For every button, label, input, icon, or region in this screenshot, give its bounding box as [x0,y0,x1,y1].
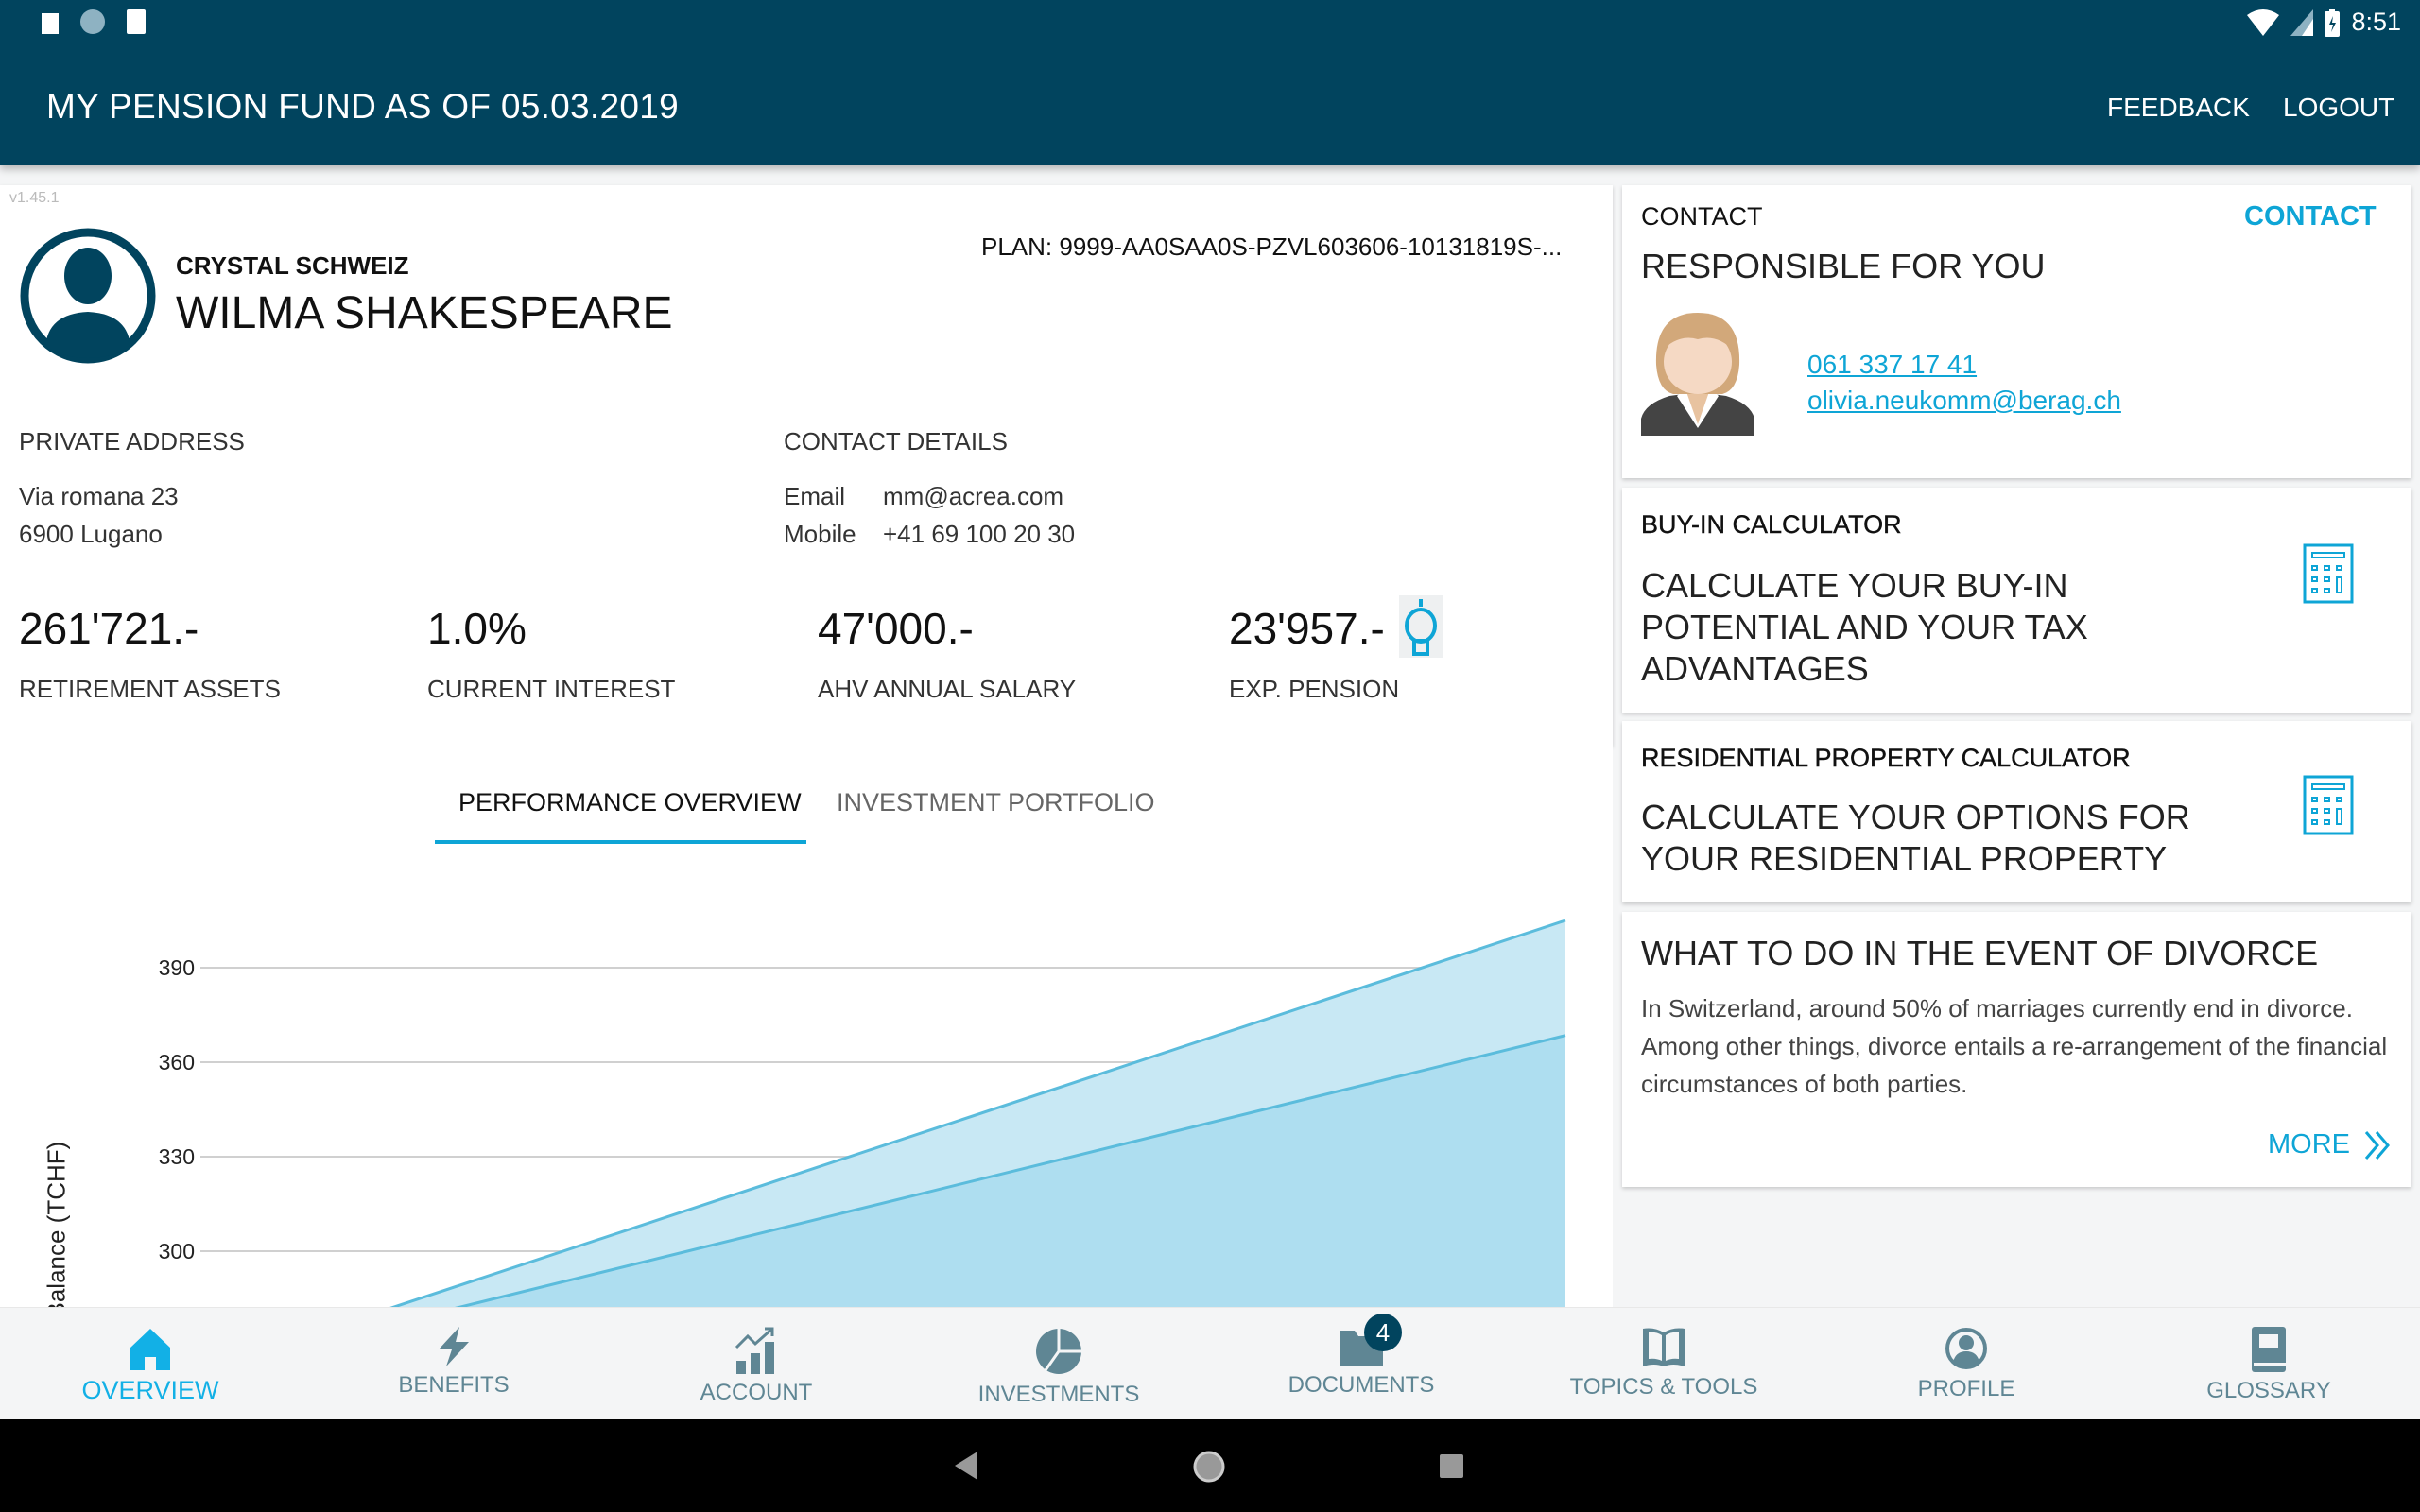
status-icons-left [42,9,147,41]
residential-calculator-card[interactable]: RESIDENTIAL PROPERTY CALCULATOR CALCULAT… [1622,721,2411,902]
bottom-navigation: OVERVIEW BENEFITS ACCOUNT INVESTMENTS 4 … [0,1307,2420,1419]
nav-profile[interactable]: PROFILE [1853,1327,2080,1402]
calculator-icon [2303,543,2354,604]
divorce-body: In Switzerland, around 50% of marriages … [1641,994,2388,1098]
nav-label: GLOSSARY [2206,1378,2331,1403]
nav-label: ACCOUNT [700,1380,813,1405]
nav-label: BENEFITS [398,1372,510,1398]
buyin-label: BUY-IN CALCULATOR [1641,510,1902,539]
retirement-assets-value: 261'721.- [19,604,199,653]
ahv-salary-value: 47'000.- [818,604,974,653]
address-line1: Via romana 23 [19,482,179,510]
home-icon [130,1329,170,1370]
app-header: 8:51 MY PENSION FUND AS OF 05.03.2019 FE… [0,0,2420,165]
ahv-salary-label: AHV ANNUAL SALARY [818,675,1077,703]
plan-id: PLAN: 9999-AA0SAA0S-PZVL603606-10131819S… [981,232,1563,261]
y-tick-label: 330 [159,1144,195,1169]
responsible-title: RESPONSIBLE FOR YOU [1641,247,2046,285]
y-axis-label: Balance (TCHF) [42,1141,71,1319]
contact-button[interactable]: CONTACT [2244,201,2377,232]
residential-text-line2: YOUR RESIDENTIAL PROPERTY [1641,839,2168,878]
mobile-value: +41 69 100 20 30 [883,520,1076,548]
nav-benefits[interactable]: BENEFITS [340,1327,567,1399]
email-value: mm@acrea.com [883,482,1064,510]
documents-badge: 4 [1364,1314,1402,1351]
y-tick-label: 360 [159,1050,195,1074]
exp-pension-label: EXP. PENSION [1229,675,1400,703]
home-circle-icon[interactable] [1192,1450,1226,1484]
circle-icon [80,9,106,34]
performance-chart: 300 330 360 390 [159,919,1566,1313]
buyin-text-line1: CALCULATE YOUR BUY-IN [1641,566,2068,605]
status-icons-right: 8:51 [2247,8,2401,37]
feedback-button[interactable]: FEEDBACK [2107,93,2250,123]
book-open-icon [1643,1328,1685,1366]
buyin-calculator-card[interactable]: BUY-IN CALCULATOR CALCULATE YOUR BUY-IN … [1622,488,2411,713]
back-icon[interactable] [955,1452,977,1480]
nav-label: PROFILE [1917,1376,2015,1401]
exp-pension-value: 23'957.- [1229,604,1385,653]
nav-label: TOPICS & TOOLS [1569,1374,1758,1400]
double-chevron-right-icon [2364,1130,2390,1160]
lightbulb-icon[interactable] [1399,595,1443,658]
clock: 8:51 [2351,8,2401,36]
divorce-title: WHAT TO DO IN THE EVENT OF DIVORCE [1641,934,2319,972]
avatar [20,228,156,364]
company-name: CRYSTAL SCHWEIZ [176,251,409,280]
system-navigation-bar [0,1419,2420,1512]
contact-label: CONTACT [1641,202,1763,231]
email-label: Email [784,482,846,510]
calculator-icon [2303,775,2354,835]
recents-icon[interactable] [1440,1454,1463,1478]
pie-chart-icon [1036,1329,1081,1374]
nav-topics-tools[interactable]: TOPICS & TOOLS [1550,1327,1777,1400]
current-interest-value: 1.0% [427,604,527,653]
y-tick-label: 390 [159,955,195,980]
mobile-label: Mobile [784,520,856,548]
divorce-card: WHAT TO DO IN THE EVENT OF DIVORCE In Sw… [1622,912,2411,1187]
y-tick-label: 300 [159,1239,195,1263]
nav-label: OVERVIEW [81,1376,219,1404]
nav-account[interactable]: ACCOUNT [643,1327,870,1406]
nav-glossary[interactable]: GLOSSARY [2155,1327,2382,1404]
bar-chart-icon [735,1327,774,1374]
nav-label: INVESTMENTS [977,1382,1140,1407]
signal-icon [2290,9,2314,36]
private-address-label: PRIVATE ADDRESS [19,427,245,455]
lightning-icon [439,1327,469,1366]
user-circle-icon [1945,1328,1987,1369]
contact-card: CONTACT CONTACT RESPONSIBLE FOR YOU 061 … [1622,185,2411,478]
profile-card: v1.45.1 CRYSTAL SCHWEIZ WILMA SHAKESPEAR… [0,185,1613,746]
address-line2: 6900 Lugano [19,520,163,548]
residential-text-line1: CALCULATE YOUR OPTIONS FOR [1641,798,2190,836]
battery-charging-icon [2325,8,2341,37]
residential-label: RESIDENTIAL PROPERTY CALCULATOR [1641,744,2131,772]
nav-overview[interactable]: OVERVIEW [37,1327,264,1405]
buyin-text-line3: ADVANTAGES [1641,649,1869,688]
advisor-email-link[interactable]: olivia.neukomm@berag.ch [1807,386,2121,416]
member-name: WILMA SHAKESPEARE [176,288,673,338]
wifi-icon [2247,9,2280,36]
current-interest-label: CURRENT INTEREST [427,675,676,703]
performance-panel: PERFORMANCE OVERVIEW INVESTMENT PORTFOLI… [0,746,1613,1319]
more-label: MORE [2268,1129,2350,1160]
more-button[interactable]: MORE [2268,1129,2392,1160]
nav-documents[interactable]: 4 DOCUMENTS [1248,1314,1475,1399]
contact-details-label: CONTACT DETAILS [784,427,1008,455]
buyin-text-line2: POTENTIAL AND YOUR TAX [1641,608,2088,646]
a-icon [42,13,59,34]
logout-button[interactable]: LOGOUT [2283,93,2394,123]
sd-card-icon [127,9,147,34]
advisor-avatar [1641,313,1754,436]
glossary-book-icon [2252,1327,2286,1372]
nav-investments[interactable]: INVESTMENTS [945,1327,1172,1408]
version-label: v1.45.1 [9,190,60,206]
nav-label: DOCUMENTS [1288,1372,1435,1398]
page-title: MY PENSION FUND AS OF 05.03.2019 [46,87,680,126]
retirement-assets-label: RETIREMENT ASSETS [19,675,281,703]
advisor-phone-link[interactable]: 061 337 17 41 [1807,350,1977,380]
